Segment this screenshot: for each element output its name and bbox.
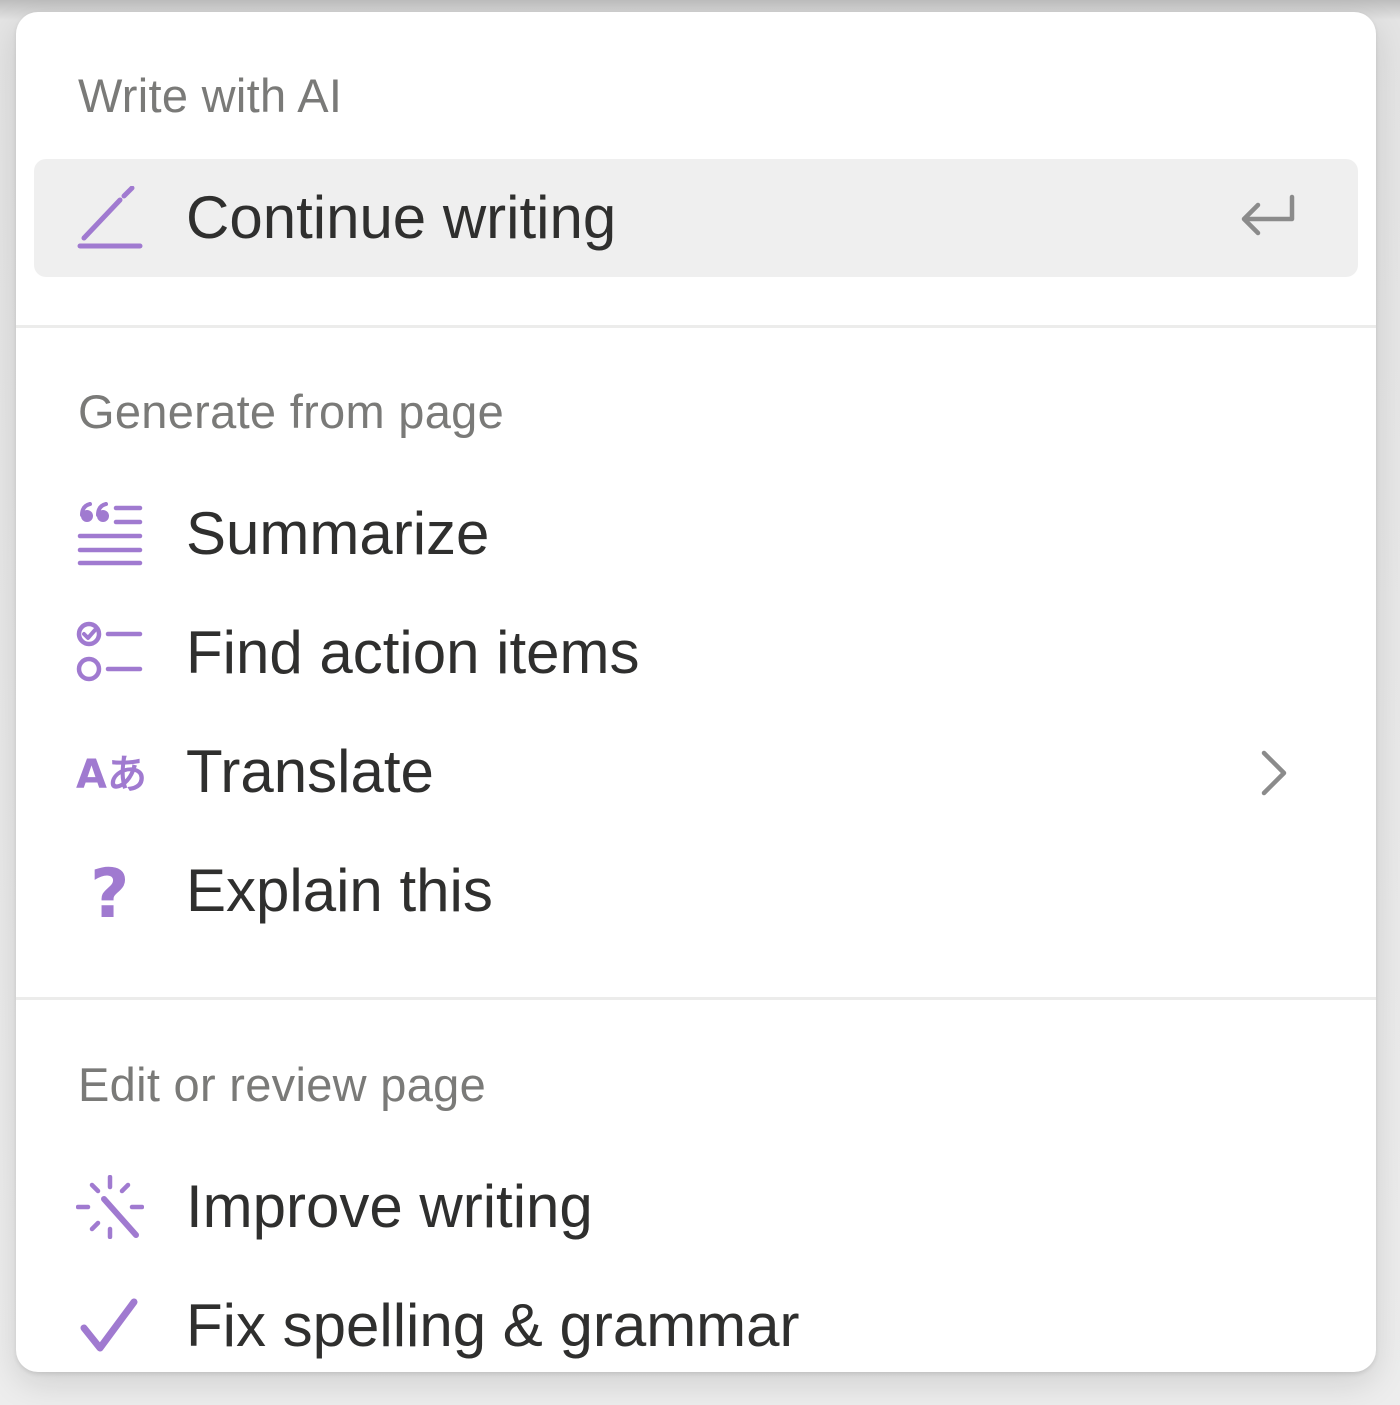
menu-item-continue-writing[interactable]: Continue writing [34, 159, 1358, 277]
menu-item-label: Explain this [186, 857, 493, 924]
menu-item-find-action-items[interactable]: Find action items [34, 594, 1358, 712]
question-icon-glyph: ? [90, 859, 129, 923]
magic-wand-icon [76, 1175, 144, 1239]
menu-item-improve-writing[interactable]: Improve writing [34, 1148, 1358, 1266]
menu-item-label: Find action items [186, 619, 640, 686]
translate-icon: Aあ [76, 752, 144, 798]
menu-item-fix-spelling-grammar[interactable]: Fix spelling & grammar [34, 1267, 1358, 1372]
pencil-icon [77, 186, 143, 249]
question-icon: ? [90, 859, 129, 923]
checkmark-icon [80, 1298, 138, 1352]
section-divider [16, 997, 1376, 1000]
menu-item-explain-this[interactable]: ? Explain this [34, 832, 1358, 950]
enter-icon [1241, 194, 1295, 236]
menu-item-label: Translate [186, 738, 434, 805]
menu-item-label: Summarize [186, 500, 490, 567]
menu-item-label: Improve writing [186, 1173, 593, 1240]
section-divider [16, 325, 1376, 328]
section-header-edit-or-review-page: Edit or review page [78, 1058, 487, 1111]
menu-item-label: Fix spelling & grammar [186, 1292, 800, 1359]
section-header-write-with-ai: Write with AI [78, 69, 343, 122]
chevron-right-icon [1261, 750, 1287, 796]
ai-command-menu: Write with AI Continue writing Generate … [16, 12, 1376, 1372]
menu-item-label: Continue writing [186, 184, 617, 251]
quote-lines-icon [77, 502, 143, 566]
menu-item-summarize[interactable]: Summarize [34, 475, 1358, 593]
section-header-generate-from-page: Generate from page [78, 385, 505, 438]
menu-item-translate[interactable]: Aあ Translate [34, 713, 1358, 831]
translate-icon-glyph: Aあ [76, 752, 144, 798]
checklist-icon [76, 621, 143, 682]
